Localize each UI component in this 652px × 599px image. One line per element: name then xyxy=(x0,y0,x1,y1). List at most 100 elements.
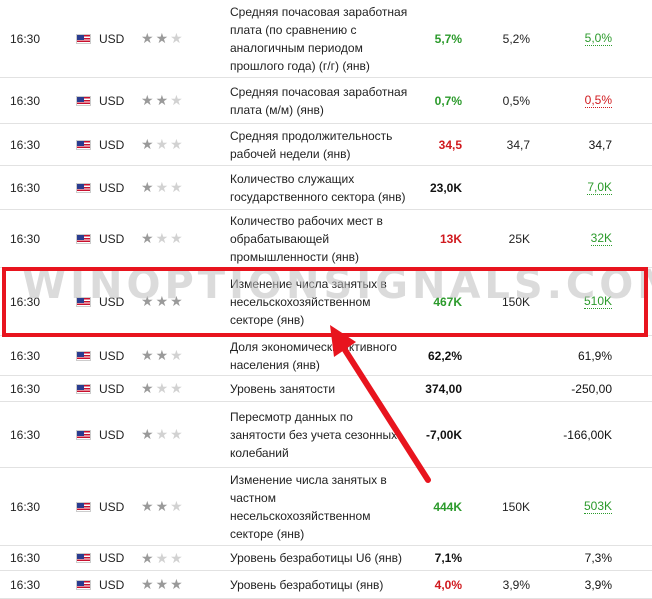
us-flag-icon xyxy=(76,579,91,590)
actual-value: 0,7% xyxy=(434,93,462,108)
table-row[interactable]: 16:30 USD ★ ★ ★ Доля экономически активного н… xyxy=(0,336,652,376)
star-icon: ★ xyxy=(141,576,156,592)
star-icon: ★ xyxy=(170,92,185,108)
actual-value: -7,00K xyxy=(425,427,462,442)
actual-value: 23,0K xyxy=(429,180,462,195)
importance-stars: ★ ★ ★ xyxy=(141,402,201,467)
importance-stars: ★ ★ ★ xyxy=(141,336,201,375)
us-flag-icon xyxy=(76,553,91,563)
star-icon: ★ xyxy=(141,179,156,195)
currency-code: USD xyxy=(99,231,125,246)
table-row[interactable]: 16:30 USD ★ ★ ★ Средняя продолжительность раб… xyxy=(0,124,652,166)
event-time: 16:30 xyxy=(10,427,41,442)
event-name[interactable]: Изменение числа занятых в частном несель… xyxy=(230,468,410,545)
forecast-value xyxy=(470,336,530,375)
currency: USD xyxy=(76,468,136,545)
currency-code: USD xyxy=(99,551,125,565)
event-name[interactable]: Количество служащих государственного сек… xyxy=(230,166,410,209)
star-icon: ★ xyxy=(141,426,156,442)
star-icon: ★ xyxy=(141,380,156,396)
us-flag-icon xyxy=(76,233,91,244)
event-time: 16:30 xyxy=(10,31,41,46)
currency: USD xyxy=(76,210,136,267)
importance-stars: ★ ★ ★ xyxy=(141,0,201,77)
table-row[interactable]: 16:30 USD ★ ★ ★ Средняя почасовая заработная … xyxy=(0,78,652,124)
importance-stars: ★ ★ ★ xyxy=(141,78,201,123)
table-row[interactable]: 16:30 USD ★ ★ ★ Уровень безработицы U6 (янв) 7… xyxy=(0,546,652,571)
star-icon: ★ xyxy=(155,549,171,566)
event-time: 16:30 xyxy=(10,499,41,514)
star-icon: ★ xyxy=(155,230,171,246)
event-name[interactable]: Средняя продолжительность рабочей недели… xyxy=(230,124,410,165)
star-icon: ★ xyxy=(155,179,171,195)
star-icon: ★ xyxy=(155,576,171,592)
currency-code: USD xyxy=(99,577,125,592)
currency-code: USD xyxy=(99,93,125,108)
currency: USD xyxy=(76,166,136,209)
us-flag-icon xyxy=(76,429,91,440)
actual-value: 4,0% xyxy=(434,577,462,592)
importance-stars: ★ ★ ★ xyxy=(141,468,201,545)
event-name[interactable]: Доля экономически активного населения (я… xyxy=(230,336,410,375)
importance-stars: ★ ★ ★ xyxy=(141,166,201,209)
actual-value: 34,5 xyxy=(438,137,462,152)
forecast-value xyxy=(470,376,530,401)
table-row[interactable]: 16:30 USD ★ ★ ★ Уровень безработицы (янв) 4,0%… xyxy=(0,571,652,599)
currency: USD xyxy=(76,124,136,165)
importance-stars: ★ ★ ★ xyxy=(141,210,201,267)
table-row[interactable]: 16:30 USD ★ ★ ★ Количество служащих государст… xyxy=(0,166,652,210)
importance-stars: ★ ★ ★ xyxy=(141,571,201,598)
table-row[interactable]: 16:30 USD ★ ★ ★ Изменение числа занятых в час… xyxy=(0,468,652,546)
event-time: 16:30 xyxy=(10,93,41,108)
forecast-value xyxy=(470,166,530,209)
us-flag-icon xyxy=(76,501,91,512)
importance-stars: ★ ★ ★ xyxy=(141,376,201,401)
previous-value: 34,7 xyxy=(588,137,612,152)
event-time: 16:30 xyxy=(10,381,41,396)
previous-value: -166,00K xyxy=(563,427,612,442)
currency-code: USD xyxy=(99,381,125,396)
star-icon: ★ xyxy=(170,576,185,592)
currency: USD xyxy=(76,571,136,598)
previous-value: 5,0% xyxy=(584,31,612,46)
table-row[interactable]: 16:30 USD ★ ★ ★ Количество рабочих мест в обр… xyxy=(0,210,652,268)
us-flag-icon xyxy=(76,182,91,193)
previous-value: 7,0K xyxy=(587,180,612,195)
star-icon: ★ xyxy=(141,549,156,566)
star-icon: ★ xyxy=(155,347,171,363)
previous-value: -250,00 xyxy=(571,381,612,396)
star-icon: ★ xyxy=(155,30,171,46)
table-row[interactable]: 16:30 USD ★ ★ ★ Средняя почасовая заработная … xyxy=(0,0,652,78)
previous-value: 3,9% xyxy=(584,577,612,592)
table-row[interactable]: 16:30 USD ★ ★ ★ Уровень занятости 374,00 -250,0… xyxy=(0,376,652,402)
star-icon: ★ xyxy=(170,179,185,195)
importance-stars: ★ ★ ★ xyxy=(141,124,201,165)
previous-value: 7,3% xyxy=(584,551,612,565)
event-name[interactable]: Уровень занятости xyxy=(230,376,410,401)
star-icon: ★ xyxy=(141,136,156,152)
currency-code: USD xyxy=(99,427,125,442)
event-name[interactable]: Пересмотр данных по занятости без учета … xyxy=(230,402,410,467)
star-icon: ★ xyxy=(170,498,185,514)
previous-value: 61,9% xyxy=(577,348,612,363)
currency-code: USD xyxy=(99,499,125,514)
event-name[interactable]: Количество рабочих мест в обрабатывающей… xyxy=(230,210,410,267)
event-name[interactable]: Уровень безработицы U6 (янв) xyxy=(230,546,410,570)
currency: USD xyxy=(76,78,136,123)
event-name[interactable]: Средняя почасовая заработная плата (м/м)… xyxy=(230,78,410,123)
star-icon: ★ xyxy=(170,230,185,246)
currency-code: USD xyxy=(99,31,125,46)
star-icon: ★ xyxy=(141,92,156,108)
star-icon: ★ xyxy=(141,230,156,246)
star-icon: ★ xyxy=(170,136,185,152)
currency: USD xyxy=(76,546,136,570)
event-name[interactable]: Уровень безработицы (янв) xyxy=(230,571,410,598)
currency: USD xyxy=(76,336,136,375)
star-icon: ★ xyxy=(155,136,171,152)
table-row[interactable]: 16:30 USD ★ ★ ★ Пересмотр данных по занятости… xyxy=(0,402,652,468)
us-flag-icon xyxy=(76,139,91,150)
star-icon: ★ xyxy=(155,92,171,108)
forecast-value: 25K xyxy=(508,231,530,246)
event-name[interactable]: Средняя почасовая заработная плата (по с… xyxy=(230,0,410,77)
currency: USD xyxy=(76,376,136,401)
